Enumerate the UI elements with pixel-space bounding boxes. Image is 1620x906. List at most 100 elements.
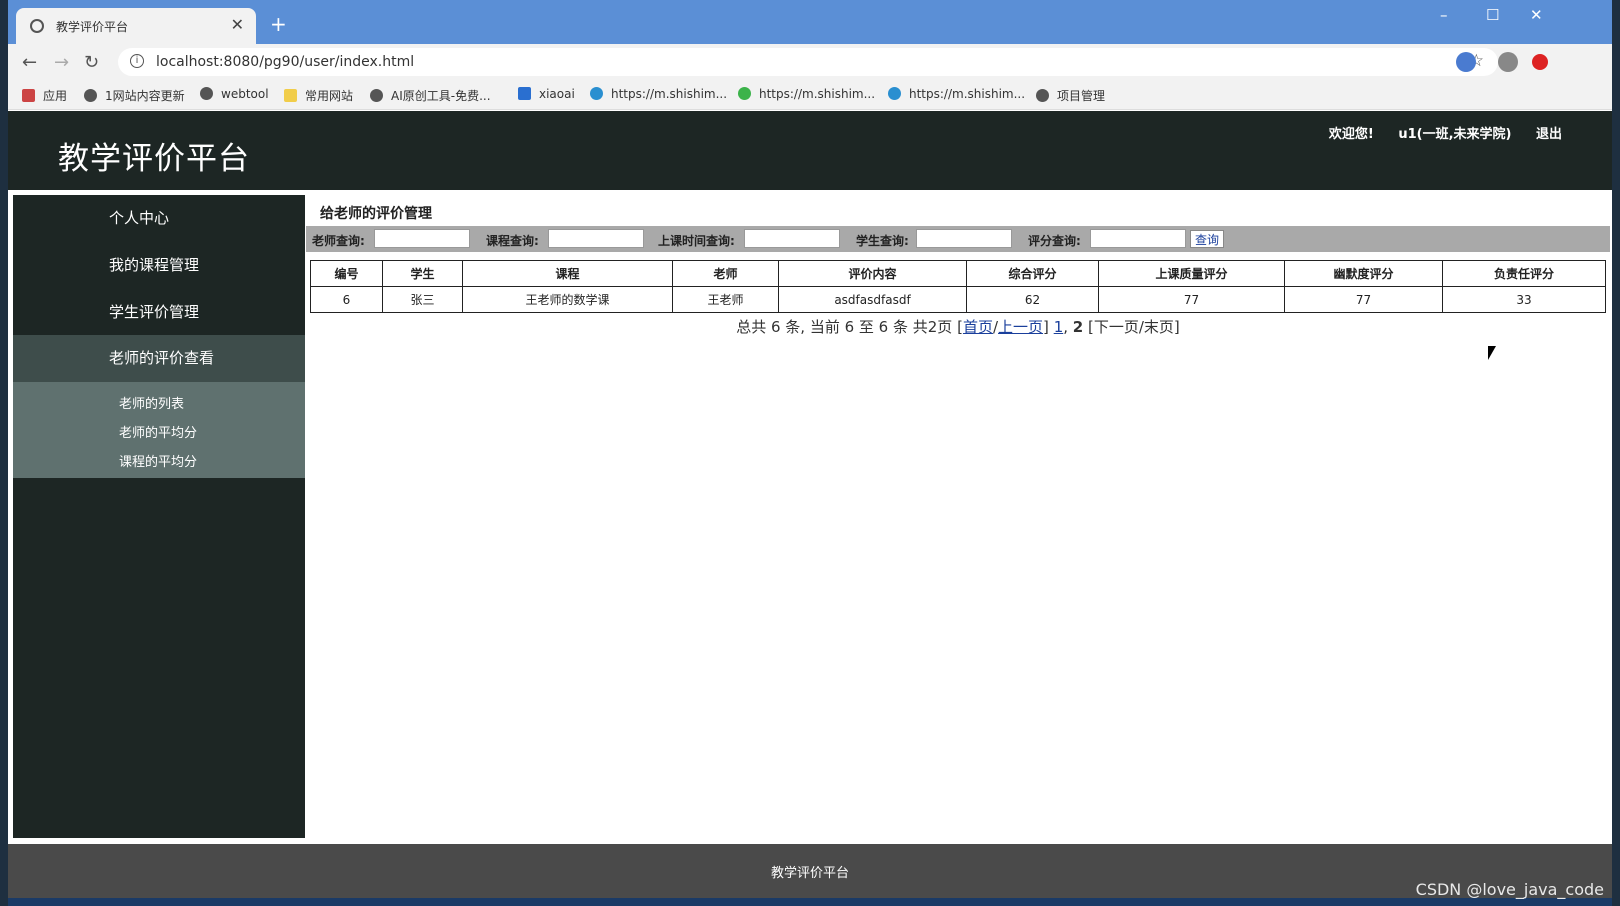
first-page-link[interactable]: 首页: [963, 318, 993, 336]
bookmark-folder[interactable]: 常用网站: [284, 87, 353, 104]
table-row[interactable]: 6 张三 王老师的数学课 王老师 asdfasdfasdf 62 77 77 3…: [310, 286, 1606, 313]
prev-page-link[interactable]: 上一页: [998, 318, 1043, 336]
browser-window: 教学评价平台 ✕ + – ☐ ✕ ← → ↻ i localhost:8080/…: [8, 0, 1612, 899]
bookmark-item[interactable]: https://m.shishim...: [738, 87, 875, 101]
minimize-icon[interactable]: –: [1440, 6, 1448, 24]
site-title: 教学评价平台: [58, 141, 250, 177]
p-icon: [518, 87, 531, 100]
browser-tab[interactable]: 教学评价平台 ✕: [16, 8, 256, 44]
footer-text: 教学评价平台: [770, 866, 849, 881]
site-footer: 教学评价平台 CSDN @love_java_code: [8, 844, 1612, 899]
section-title: 给老师的评价管理: [320, 206, 432, 222]
info-icon[interactable]: i: [130, 54, 144, 68]
sidebar-subitem-teacher-average[interactable]: 老师的平均分: [119, 422, 197, 441]
bookmark-item[interactable]: https://m.shishim...: [888, 87, 1025, 101]
bookmark-item[interactable]: https://m.shishim...: [590, 87, 727, 101]
close-tab-icon[interactable]: ✕: [231, 15, 244, 34]
globe-icon: [30, 19, 44, 33]
web-page: 教学评价平台 欢迎您! u1(一班,未来学院) 退出 个人中心 我的课程管理 学…: [8, 111, 1612, 899]
table-cell: 6: [310, 286, 383, 313]
column-header: 幽默度评分: [1284, 260, 1443, 287]
c-icon: [888, 87, 901, 100]
course-search-label: 课程查询:: [486, 234, 539, 248]
welcome-text: 欢迎您!: [1328, 127, 1374, 142]
bookmark-apps[interactable]: 应用: [22, 87, 67, 104]
sidebar-item-personal-center[interactable]: 个人中心: [13, 195, 305, 242]
time-search-input[interactable]: [744, 229, 840, 248]
search-bar: 老师查询: 课程查询: 上课时间查询: 学生查询: 评分查询: 查询: [306, 226, 1610, 252]
reload-icon[interactable]: ↻: [84, 52, 99, 73]
sidebar-item-my-courses[interactable]: 我的课程管理: [13, 242, 305, 289]
column-header: 学生: [382, 260, 463, 287]
close-window-icon[interactable]: ✕: [1530, 6, 1543, 24]
address-bar[interactable]: i localhost:8080/pg90/user/index.html ☆: [118, 48, 1498, 76]
globe-icon: [370, 89, 383, 102]
bookmark-item[interactable]: AI原创工具-免费...: [370, 87, 491, 104]
current-page: 2: [1072, 318, 1084, 336]
forward-icon[interactable]: →: [54, 52, 69, 73]
globe-icon: [1036, 89, 1049, 102]
bookmark-item[interactable]: xiaoai: [518, 87, 575, 101]
table-cell: 33: [1442, 286, 1606, 313]
table-cell: 王老师的数学课: [462, 286, 673, 313]
time-search-label: 上课时间查询:: [658, 234, 735, 248]
sidebar: 个人中心 我的课程管理 学生评价管理 老师的评价查看 老师的列表 老师的平均分 …: [13, 195, 305, 838]
apps-icon: [22, 89, 35, 102]
logout-link[interactable]: 退出: [1536, 127, 1562, 142]
site-header: 教学评价平台 欢迎您! u1(一班,未来学院) 退出: [8, 111, 1612, 190]
bookmark-item[interactable]: 项目管理: [1036, 87, 1105, 104]
search-button[interactable]: 查询: [1190, 230, 1225, 248]
globe-icon: [200, 87, 213, 100]
student-search-input[interactable]: [916, 229, 1012, 248]
alert-icon[interactable]: [1532, 54, 1548, 70]
desktop-edge-right: [1612, 0, 1620, 906]
sidebar-subitem-teacher-list[interactable]: 老师的列表: [119, 393, 184, 412]
table-cell: 张三: [382, 286, 463, 313]
table-cell: 77: [1098, 286, 1285, 313]
table-header-row: 编号 学生 课程 老师 评价内容 综合评分 上课质量评分 幽默度评分 负责任评分: [310, 260, 1606, 287]
mouse-cursor-icon: [1488, 346, 1496, 360]
table-cell: 77: [1284, 286, 1443, 313]
avatar[interactable]: [1498, 52, 1518, 72]
bookmarks-bar: 应用 1网站内容更新 webtool 常用网站 AI原创工具-免费... xia…: [8, 80, 1612, 110]
user-bar: 欢迎您! u1(一班,未来学院) 退出: [1309, 123, 1562, 142]
desktop-edge-left: [0, 0, 8, 906]
maximize-icon[interactable]: ☐: [1486, 6, 1499, 24]
watermark: CSDN @love_java_code: [1415, 880, 1604, 899]
evaluation-table: 编号 学生 课程 老师 评价内容 综合评分 上课质量评分 幽默度评分 负责任评分: [310, 260, 1606, 313]
bookmark-item[interactable]: 1网站内容更新: [84, 87, 185, 104]
sidebar-subitem-course-average[interactable]: 课程的平均分: [119, 451, 197, 470]
teacher-search-input[interactable]: [374, 229, 470, 248]
student-search-label: 学生查询:: [856, 234, 909, 248]
new-tab-button[interactable]: +: [270, 12, 287, 36]
bookmark-item[interactable]: webtool: [200, 87, 269, 101]
table-cell: asdfasdfasdf: [778, 286, 967, 313]
user-name: u1(一班,未来学院): [1398, 127, 1512, 142]
column-header: 综合评分: [966, 260, 1099, 287]
globe-icon: [84, 89, 97, 102]
pagination: 总共 6 条, 当前 6 至 6 条 共2页 [首页/上一页] 1, 2 [下一…: [736, 318, 1180, 336]
screen: 教学评价平台 ✕ + – ☐ ✕ ← → ↻ i localhost:8080/…: [0, 0, 1620, 906]
table-cell: 62: [966, 286, 1099, 313]
next-last-text: [下一页/末页]: [1088, 318, 1180, 336]
column-header: 课程: [462, 260, 673, 287]
score-search-input[interactable]: [1090, 229, 1186, 248]
column-header: 负责任评分: [1442, 260, 1606, 287]
column-header: 老师: [672, 260, 779, 287]
sidebar-item-teacher-evaluation[interactable]: 老师的评价查看: [13, 335, 305, 382]
extension-icon[interactable]: [1456, 52, 1476, 72]
page-1-link[interactable]: 1: [1054, 318, 1064, 336]
folder-icon: [284, 89, 297, 102]
back-icon[interactable]: ←: [22, 52, 37, 73]
column-header: 编号: [310, 260, 383, 287]
main-content: 给老师的评价管理 老师查询: 课程查询: 上课时间查询: 学生查询: 评分查询:…: [306, 195, 1610, 838]
score-search-label: 评分查询:: [1028, 234, 1081, 248]
c-icon: [590, 87, 603, 100]
tab-strip: 教学评价平台 ✕ + – ☐ ✕: [8, 0, 1612, 44]
column-header: 上课质量评分: [1098, 260, 1285, 287]
tab-title: 教学评价平台: [56, 20, 129, 34]
browser-toolbar: ← → ↻ i localhost:8080/pg90/user/index.h…: [8, 44, 1612, 80]
course-search-input[interactable]: [548, 229, 644, 248]
sidebar-item-student-evaluation[interactable]: 学生评价管理: [13, 289, 305, 336]
url-text: localhost:8080/pg90/user/index.html: [156, 54, 415, 70]
